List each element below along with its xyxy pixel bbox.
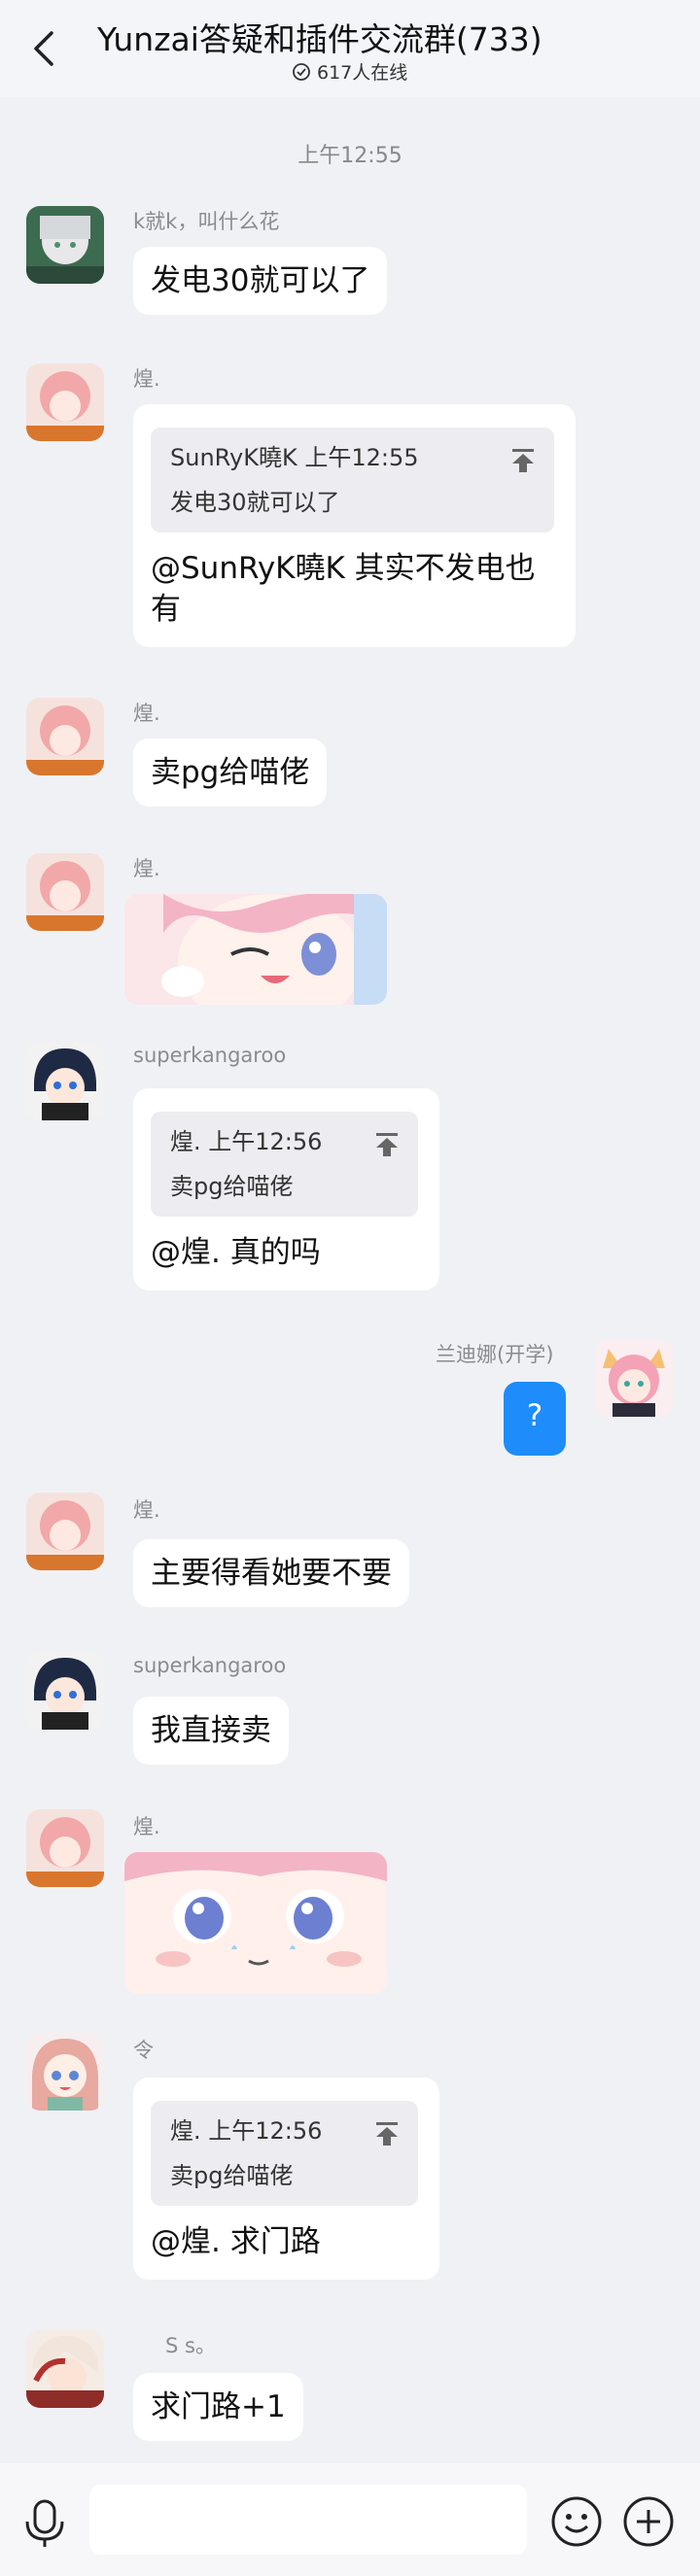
plus-button[interactable] bbox=[622, 2495, 675, 2552]
quote-header: 煌. 上午12:56 bbox=[170, 2117, 323, 2145]
avatar[interactable] bbox=[26, 206, 104, 284]
sender-name: 煌. bbox=[133, 702, 160, 725]
message-input[interactable] bbox=[89, 2485, 527, 2555]
smiley-icon bbox=[551, 2496, 602, 2547]
message-text: ? bbox=[526, 1398, 543, 1433]
message-bubble[interactable]: 我直接卖 bbox=[133, 1697, 289, 1765]
sender-name: 兰迪娜(开学) bbox=[436, 1343, 554, 1366]
message-bubble[interactable]: 卖pg给喵佬 bbox=[133, 738, 328, 807]
sender-name: k就k，叫什么花 bbox=[133, 210, 280, 233]
sender-name: superkangaroo bbox=[133, 1654, 287, 1677]
jump-to-top-icon[interactable] bbox=[509, 447, 537, 474]
avatar[interactable] bbox=[26, 1043, 104, 1120]
input-bar bbox=[0, 2463, 700, 2576]
quote-header: 煌. 上午12:56 bbox=[170, 1128, 323, 1155]
chat-header: Yunzai答疑和插件交流群(733) 617人在线 bbox=[0, 0, 700, 97]
avatar[interactable] bbox=[26, 853, 104, 931]
sender-name: superkangaroo bbox=[133, 1044, 287, 1067]
back-button[interactable] bbox=[21, 25, 68, 72]
chevron-left-icon bbox=[34, 31, 53, 66]
avatar[interactable] bbox=[26, 2033, 104, 2111]
group-title[interactable]: Yunzai答疑和插件交流群(733) bbox=[97, 14, 642, 60]
message-bubble[interactable]: 主要得看她要不要 bbox=[133, 1539, 409, 1607]
message-text: 求门路+1 bbox=[151, 2389, 286, 2424]
message-text: 我直接卖 bbox=[151, 1713, 271, 1748]
avatar[interactable] bbox=[26, 1493, 104, 1570]
sender-name: S s。 bbox=[165, 2334, 216, 2357]
message-text: 主要得看她要不要 bbox=[151, 1556, 392, 1591]
avatar[interactable] bbox=[26, 698, 104, 775]
sweating-anime-girl-sticker[interactable] bbox=[124, 1852, 387, 1994]
sender-name: 煌. bbox=[133, 367, 160, 391]
message-text: 有 bbox=[151, 592, 181, 627]
message-bubble[interactable]: 煌. 上午12:56 卖pg给喵佬 @煌. 真的吗 bbox=[133, 1088, 439, 1290]
my-message-bubble[interactable]: ? bbox=[504, 1382, 566, 1456]
quote-text: 卖pg给喵佬 bbox=[170, 2162, 294, 2189]
message-bubble[interactable]: 煌. 上午12:56 卖pg给喵佬 @煌. 求门路 bbox=[133, 2078, 439, 2280]
sender-name: 令 bbox=[133, 2039, 154, 2062]
quote-text: 发电30就可以了 bbox=[170, 489, 340, 516]
message-text: @SunRyK曉K 其实不发电也 bbox=[151, 551, 536, 586]
message-text: @煌. 求门路 bbox=[151, 2224, 321, 2259]
sender-name: 煌. bbox=[133, 1498, 160, 1522]
jump-to-top-icon[interactable] bbox=[373, 1131, 401, 1158]
avatar[interactable] bbox=[595, 1339, 673, 1417]
quoted-message[interactable]: 煌. 上午12:56 卖pg给喵佬 bbox=[151, 1112, 418, 1217]
microphone-icon bbox=[25, 2499, 64, 2547]
message-bubble[interactable]: 求门路+1 bbox=[133, 2373, 303, 2441]
avatar[interactable] bbox=[26, 363, 104, 441]
quoted-message[interactable]: 煌. 上午12:56 卖pg给喵佬 bbox=[151, 2101, 418, 2206]
message-text: @煌. 真的吗 bbox=[151, 1235, 321, 1270]
voice-button[interactable] bbox=[21, 2498, 68, 2553]
check-circle-icon bbox=[293, 62, 310, 81]
online-count: 617人在线 bbox=[317, 62, 408, 84]
plus-circle-icon bbox=[623, 2496, 674, 2547]
avatar[interactable] bbox=[26, 2330, 104, 2408]
online-status: 617人在线 bbox=[292, 58, 407, 85]
quote-header: SunRyK曉K 上午12:55 bbox=[170, 444, 419, 471]
message-text: 卖pg给喵佬 bbox=[151, 755, 310, 790]
message-bubble[interactable]: 发电30就可以了 bbox=[133, 247, 388, 315]
emoji-button[interactable] bbox=[550, 2495, 603, 2552]
quoted-message[interactable]: SunRyK曉K 上午12:55 发电30就可以了 bbox=[151, 428, 554, 532]
message-timestamp: 上午12:55 bbox=[298, 144, 402, 168]
quote-text: 卖pg给喵佬 bbox=[170, 1173, 294, 1200]
wink-anime-girl-sticker[interactable] bbox=[124, 894, 387, 1005]
avatar[interactable] bbox=[26, 1652, 104, 1730]
sender-name: 煌. bbox=[133, 1815, 160, 1838]
jump-to-top-icon[interactable] bbox=[373, 2120, 401, 2147]
avatar[interactable] bbox=[26, 1809, 104, 1887]
sender-name: 煌. bbox=[133, 857, 160, 880]
message-bubble[interactable]: SunRyK曉K 上午12:55 发电30就可以了 @SunRyK曉K 其实不发… bbox=[133, 404, 576, 647]
message-text: 发电30就可以了 bbox=[151, 263, 370, 298]
